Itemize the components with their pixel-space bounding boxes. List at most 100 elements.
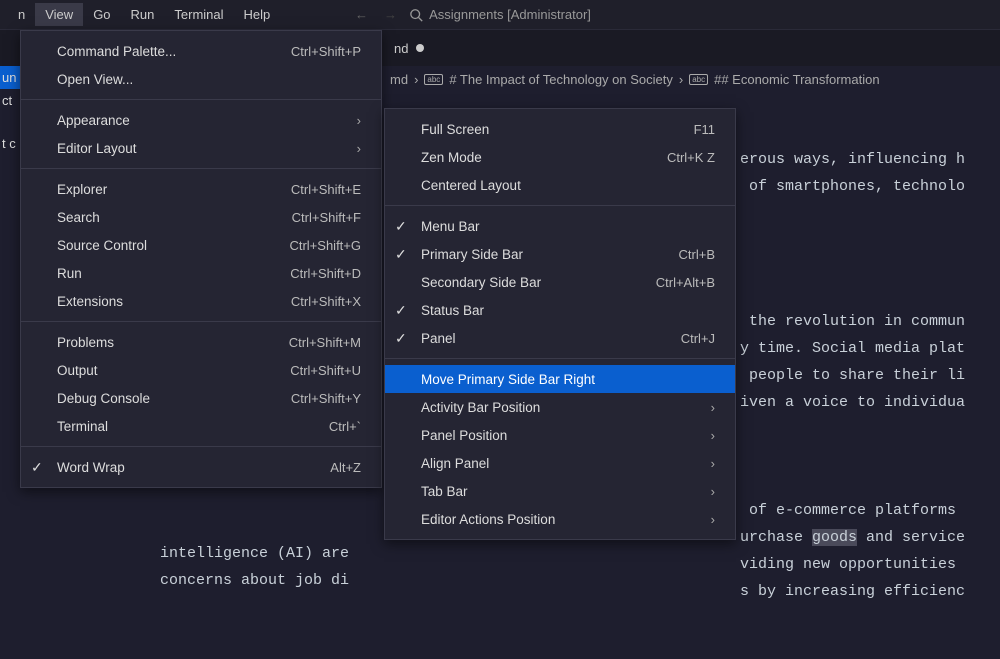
chevron-right-icon: ›	[711, 456, 715, 471]
window-title[interactable]: Assignments [Administrator]	[409, 7, 591, 22]
menu-item-output[interactable]: OutputCtrl+Shift+U	[21, 356, 381, 384]
editor-line: of smartphones, technolo	[740, 173, 1000, 200]
menu-item-problems[interactable]: ProblemsCtrl+Shift+M	[21, 328, 381, 356]
keybinding: Ctrl+Alt+B	[656, 275, 715, 290]
menu-item-label: Menu Bar	[421, 219, 480, 234]
menu-item-primary-side-bar[interactable]: ✓Primary Side BarCtrl+B	[385, 240, 735, 268]
menu-item-label: Run	[57, 266, 82, 281]
keybinding: Ctrl+J	[681, 331, 715, 346]
check-icon: ✓	[31, 459, 43, 476]
check-icon: ✓	[395, 218, 407, 235]
check-icon: ✓	[395, 302, 407, 319]
menu-item-editor-layout[interactable]: Editor Layout ›	[21, 134, 381, 162]
editor-line: intelligence (AI) are	[160, 540, 349, 567]
menu-item-run[interactable]: RunCtrl+Shift+D	[21, 259, 381, 287]
menu-item-panel[interactable]: ✓ Panel Ctrl+J	[385, 324, 735, 352]
sidebar-item[interactable]: ct	[0, 89, 20, 112]
menu-item-centered-layout[interactable]: Centered Layout	[385, 171, 735, 199]
keybinding: Ctrl+Shift+M	[289, 335, 361, 350]
breadcrumb-h2: ## Economic Transformation	[714, 72, 879, 87]
menu-item-full-screen[interactable]: Full ScreenF11	[385, 115, 735, 143]
chevron-right-icon: ›	[357, 113, 361, 128]
dirty-indicator-icon	[416, 44, 424, 52]
menu-item-debug-console[interactable]: Debug Console Ctrl+Shift+Y	[21, 384, 381, 412]
menu-item-label: Primary Side Bar	[421, 247, 523, 262]
editor-tab[interactable]: nd	[378, 30, 440, 66]
keybinding: Ctrl+K Z	[667, 150, 715, 165]
menubar-item-n[interactable]: n	[8, 3, 35, 26]
menu-item-label: Editor Layout	[57, 141, 137, 156]
menu-item-label: Align Panel	[421, 456, 489, 471]
menu-item-secondary-side-bar[interactable]: Secondary Side Bar Ctrl+Alt+B	[385, 268, 735, 296]
menu-item-zen-mode[interactable]: Zen Mode Ctrl+K Z	[385, 143, 735, 171]
editor-line: the revolution in commun	[740, 308, 1000, 335]
menu-item-menu-bar[interactable]: ✓ Menu Bar	[385, 212, 735, 240]
menu-item-source-control[interactable]: Source ControlCtrl+Shift+G	[21, 231, 381, 259]
menu-item-tab-bar[interactable]: Tab Bar ›	[385, 477, 735, 505]
menu-item-panel-position[interactable]: Panel Position ›	[385, 421, 735, 449]
tab-label: nd	[394, 41, 408, 56]
chevron-right-icon: ›	[711, 428, 715, 443]
sidebar-fragment: un ct t c	[0, 66, 20, 155]
menu-item-activity-bar-position[interactable]: Activity Bar Position ›	[385, 393, 735, 421]
menubar-item-go[interactable]: Go	[83, 3, 120, 26]
menubar: nViewGoRunTerminalHelp ← → Assignments […	[0, 0, 1000, 30]
menu-item-search[interactable]: SearchCtrl+Shift+F	[21, 203, 381, 231]
menu-item-label: Tab Bar	[421, 484, 468, 499]
sidebar-item[interactable]: un	[0, 66, 20, 89]
menu-item-terminal[interactable]: Terminal Ctrl+`	[21, 412, 381, 440]
editor-line: of e-commerce platforms	[740, 497, 1000, 524]
menu-item-label: Editor Actions Position	[421, 512, 555, 527]
keybinding: Ctrl+Shift+Y	[291, 391, 361, 406]
menu-item-label: Zen Mode	[421, 150, 482, 165]
keybinding: Ctrl+Shift+X	[291, 294, 361, 309]
menu-item-label: Terminal	[57, 419, 108, 434]
keybinding: Alt+Z	[330, 460, 361, 475]
editor-line	[740, 443, 1000, 470]
menubar-item-terminal[interactable]: Terminal	[164, 3, 233, 26]
editor-line	[740, 416, 1000, 443]
menu-item-label: Open View...	[57, 72, 133, 87]
menubar-item-run[interactable]: Run	[121, 3, 165, 26]
chevron-right-icon: ›	[711, 484, 715, 499]
menu-item-align-panel[interactable]: Align Panel ›	[385, 449, 735, 477]
menu-item-explorer[interactable]: ExplorerCtrl+Shift+E	[21, 175, 381, 203]
menu-item-appearance[interactable]: Appearance ›	[21, 106, 381, 134]
editor-line	[740, 281, 1000, 308]
editor-line: s by increasing efficienc	[740, 578, 1000, 605]
menu-item-status-bar[interactable]: ✓ Status Bar	[385, 296, 735, 324]
editor-line: erous ways, influencing h	[740, 146, 1000, 173]
menu-item-editor-actions-position[interactable]: Editor Actions Position›	[385, 505, 735, 533]
menu-item-label: Activity Bar Position	[421, 400, 540, 415]
editor-line: people to share their li	[740, 362, 1000, 389]
forward-arrow-icon[interactable]: →	[384, 7, 397, 22]
menu-item-label: Debug Console	[57, 391, 150, 406]
chevron-right-icon: ›	[679, 72, 683, 87]
chevron-right-icon: ›	[711, 400, 715, 415]
keybinding: F11	[694, 122, 715, 137]
window-title-text: Assignments [Administrator]	[429, 7, 591, 22]
view-menu: Command Palette...Ctrl+Shift+P Open View.…	[20, 30, 382, 488]
menu-item-label: Panel Position	[421, 428, 507, 443]
keybinding: Ctrl+B	[679, 247, 715, 262]
search-icon	[409, 8, 423, 22]
menu-item-label: Word Wrap	[57, 460, 125, 475]
editor-line	[740, 470, 1000, 497]
menu-item-label: Panel	[421, 331, 456, 346]
menubar-item-help[interactable]: Help	[234, 3, 281, 26]
chevron-right-icon: ›	[357, 141, 361, 156]
keybinding: Ctrl+`	[329, 419, 361, 434]
menu-item-command-palette[interactable]: Command Palette...Ctrl+Shift+P	[21, 37, 381, 65]
menu-item-label: Appearance	[57, 113, 130, 128]
menu-item-label: Status Bar	[421, 303, 484, 318]
menu-item-extensions[interactable]: ExtensionsCtrl+Shift+X	[21, 287, 381, 315]
menubar-item-view[interactable]: View	[35, 3, 83, 26]
menu-item-label: Secondary Side Bar	[421, 275, 541, 290]
menu-item-label: Command Palette...	[57, 44, 176, 59]
check-icon: ✓	[395, 330, 407, 347]
sidebar-item[interactable]: t c	[0, 132, 20, 155]
back-arrow-icon[interactable]: ←	[355, 7, 368, 22]
menu-item-move-primary-side-bar-right[interactable]: Move Primary Side Bar Right	[385, 365, 735, 393]
menu-item-open-view[interactable]: Open View...	[21, 65, 381, 93]
menu-item-word-wrap[interactable]: ✓ Word Wrap Alt+Z	[21, 453, 381, 481]
